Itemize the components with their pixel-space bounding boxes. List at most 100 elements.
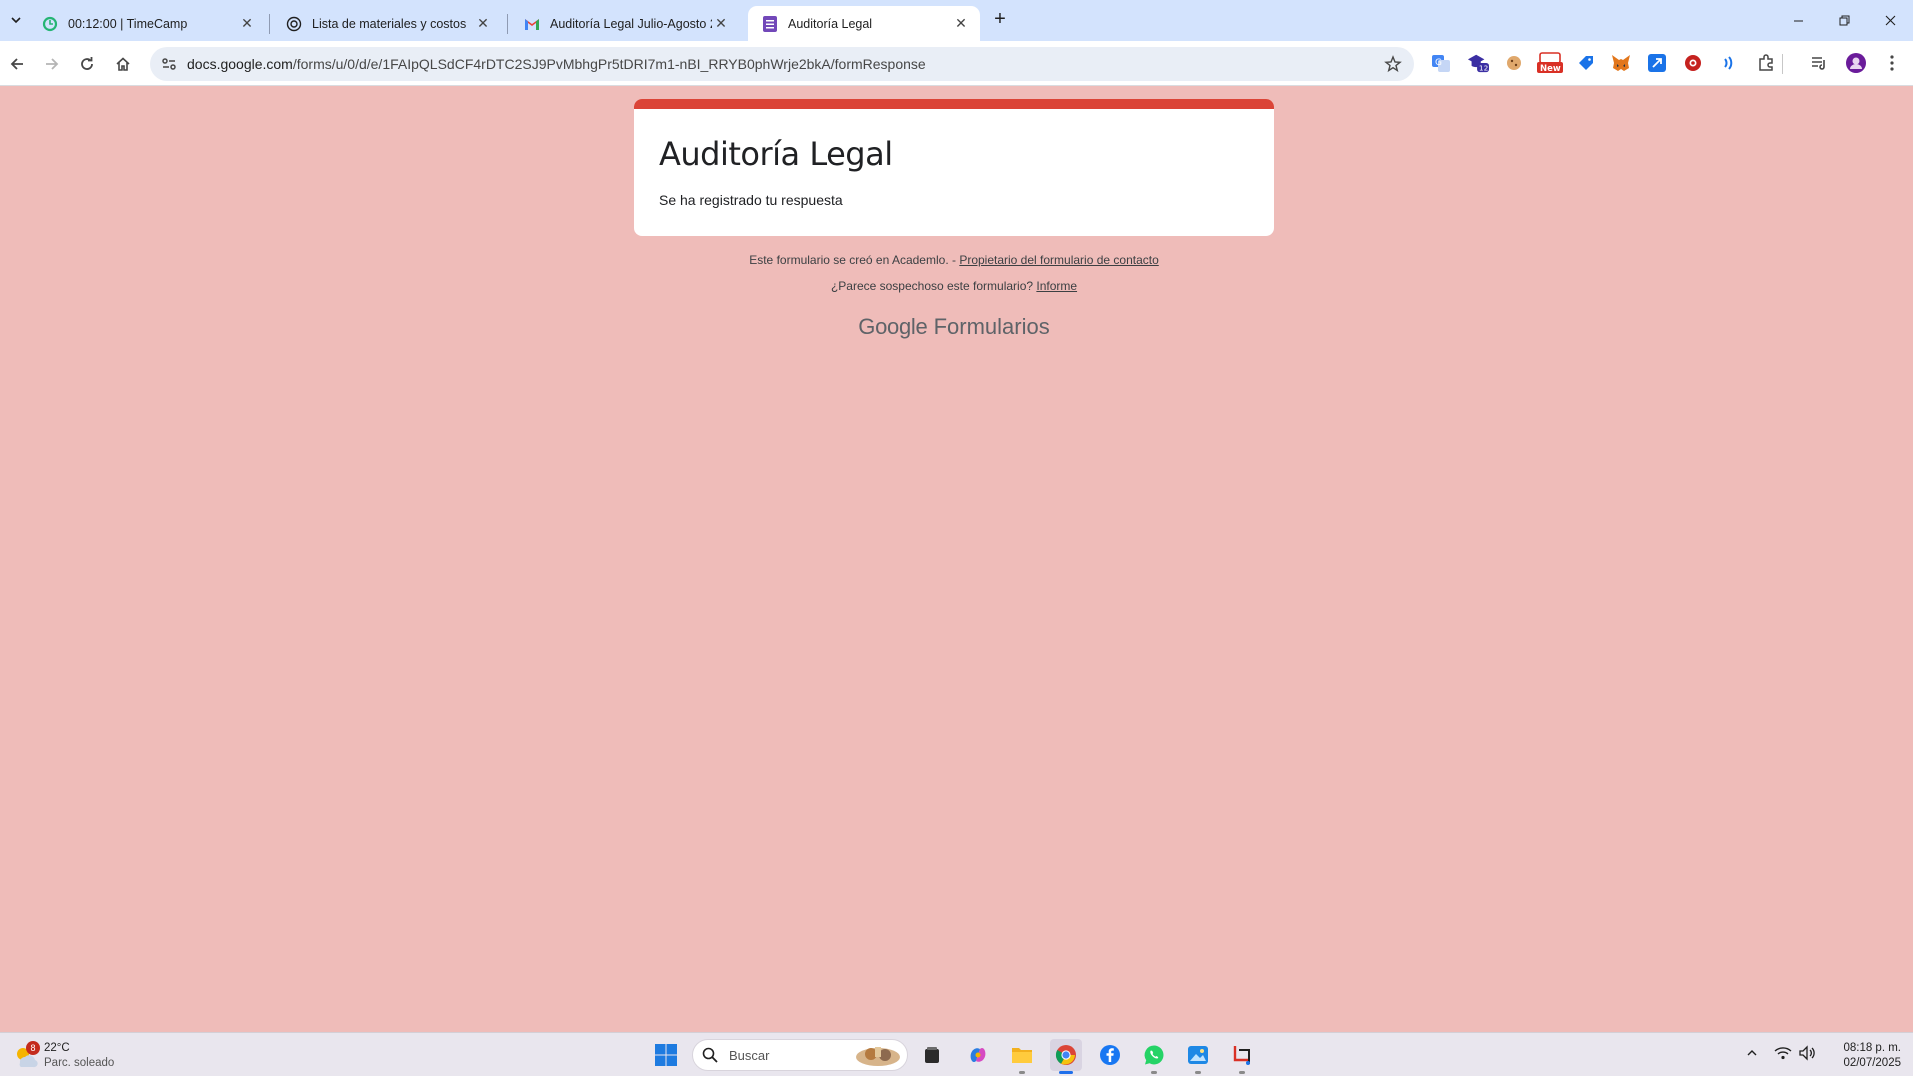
forward-button[interactable] — [37, 49, 67, 79]
tab-search-button[interactable] — [4, 8, 28, 32]
windows-taskbar: 8 22°C Parc. soleado Buscar 08:18 p. m. … — [0, 1032, 1913, 1076]
record-extension-icon[interactable] — [1682, 52, 1704, 74]
metamask-icon[interactable] — [1610, 52, 1632, 74]
new-extension-icon[interactable]: New — [1537, 52, 1563, 74]
minimize-icon — [1793, 20, 1803, 21]
tab-separator — [269, 14, 270, 34]
close-icon[interactable]: ✕ — [474, 15, 492, 33]
facebook-button[interactable] — [1094, 1039, 1126, 1071]
photos-icon — [1188, 1046, 1208, 1064]
whatsapp-button[interactable] — [1138, 1039, 1170, 1071]
clock-time: 08:18 p. m. — [1843, 1042, 1901, 1054]
restore-icon — [1839, 15, 1849, 25]
tab-title: 00:12:00 | TimeCamp — [68, 16, 188, 31]
tab-auditoria-legal[interactable]: Auditoría Legal ✕ — [748, 6, 980, 41]
start-button[interactable] — [650, 1039, 682, 1071]
close-icon[interactable]: ✕ — [238, 15, 256, 33]
url-text[interactable]: docs.google.com/forms/u/0/d/e/1FAIpQLSdC… — [187, 56, 926, 72]
temperature-text: 22°C — [44, 1042, 70, 1054]
volume-icon[interactable] — [1797, 1043, 1817, 1063]
url-path: /forms/u/0/d/e/1FAIpQLSdCF4rDTC2SJ9PvMbh… — [292, 56, 926, 72]
close-icon[interactable]: ✕ — [952, 15, 970, 33]
academic-extension-icon[interactable]: 12 — [1467, 52, 1489, 74]
whatsapp-icon — [1144, 1045, 1164, 1065]
read-aloud-extension-icon[interactable] — [1718, 52, 1740, 74]
tab-title: Auditoría Legal — [788, 16, 873, 31]
photos-button[interactable] — [1182, 1039, 1214, 1071]
media-control-icon[interactable] — [1808, 52, 1830, 74]
back-button[interactable] — [2, 49, 32, 79]
toolbar-separator — [1782, 54, 1783, 74]
report-link[interactable]: Informe — [1036, 279, 1077, 293]
restore-button[interactable] — [1821, 0, 1867, 40]
windows-logo-icon — [655, 1044, 677, 1066]
tag-extension-icon[interactable] — [1575, 52, 1597, 74]
weather-condition-text: Parc. soleado — [44, 1057, 115, 1069]
form-accent-bar — [634, 99, 1274, 109]
extensions-puzzle-icon[interactable] — [1755, 52, 1777, 74]
weather-widget[interactable]: 8 22°C Parc. soleado — [12, 1041, 114, 1071]
site-settings-icon[interactable] — [160, 55, 178, 73]
google-forms-icon — [762, 15, 778, 32]
chevron-down-icon — [11, 17, 21, 24]
folder-icon — [1012, 1048, 1032, 1063]
google-forms-logo[interactable]: Google Formularios — [634, 314, 1274, 340]
gmail-icon — [524, 16, 540, 32]
url-host: docs.google.com — [187, 56, 293, 72]
svg-text:G: G — [1435, 58, 1442, 68]
google-wordmark: Google — [858, 314, 928, 339]
address-bar[interactable]: docs.google.com/forms/u/0/d/e/1FAIpQLSdC… — [150, 47, 1414, 81]
tab-lista-materiales[interactable]: Lista de materiales y costos ✕ — [272, 6, 502, 41]
show-hidden-icons-button[interactable] — [1743, 1043, 1761, 1063]
search-icon — [702, 1047, 718, 1063]
shortcut-extension-icon[interactable] — [1646, 52, 1668, 74]
report-line: ¿Parece sospechoso este formulario? Info… — [634, 279, 1274, 293]
form-response-card: Auditoría Legal Se ha registrado tu resp… — [634, 99, 1274, 236]
running-indicator — [1195, 1071, 1201, 1074]
close-icon — [1885, 15, 1895, 25]
form-origin-line: Este formulario se creó en Academlo. - P… — [634, 253, 1274, 267]
new-tab-button[interactable]: + — [989, 9, 1011, 31]
cookie-extension-icon[interactable] — [1503, 52, 1525, 74]
reload-icon — [81, 57, 93, 70]
form-title: Auditoría Legal — [659, 135, 893, 173]
close-icon[interactable]: ✕ — [712, 15, 730, 33]
chevron-up-icon — [1747, 1050, 1757, 1056]
task-view-button[interactable] — [916, 1039, 948, 1071]
clock-date: 02/07/2025 — [1843, 1057, 1901, 1069]
search-highlight-image — [856, 1047, 900, 1066]
suspicious-text: ¿Parece sospechoso este formulario? — [830, 279, 1037, 293]
new-badge-text: New — [1540, 64, 1561, 74]
weather-alert-badge: 8 — [26, 1041, 40, 1055]
translate-extension-icon[interactable]: G — [1430, 52, 1452, 74]
more-menu-icon[interactable] — [1881, 52, 1903, 74]
arrow-right-icon — [46, 58, 59, 70]
file-explorer-button[interactable] — [1006, 1039, 1038, 1071]
search-placeholder: Buscar — [729, 1048, 770, 1063]
confirmation-message: Se ha registrado tu respuesta — [659, 192, 843, 208]
home-button[interactable] — [108, 49, 138, 79]
minimize-button[interactable] — [1775, 0, 1821, 40]
copilot-button[interactable] — [962, 1039, 994, 1071]
partly-sunny-icon: 8 — [12, 1041, 40, 1069]
tab-timecamp[interactable]: 00:12:00 | TimeCamp ✕ — [28, 6, 266, 41]
snipping-tool-icon — [1233, 1046, 1250, 1065]
contact-owner-link[interactable]: Propietario del formulario de contacto — [959, 253, 1158, 267]
tab-separator — [507, 14, 508, 34]
chrome-button[interactable] — [1050, 1039, 1082, 1071]
timecamp-icon — [42, 16, 58, 32]
wifi-icon[interactable] — [1773, 1043, 1793, 1063]
running-indicator — [1019, 1071, 1025, 1074]
taskbar-search[interactable]: Buscar — [692, 1039, 908, 1071]
bookmark-star-icon[interactable] — [1384, 55, 1402, 73]
profile-avatar[interactable] — [1845, 52, 1867, 74]
reload-button[interactable] — [72, 49, 102, 79]
tab-strip: 00:12:00 | TimeCamp ✕ Lista de materiale… — [0, 0, 1913, 41]
extension-badge-count: 12 — [1479, 63, 1488, 72]
tab-title: Lista de materiales y costos — [312, 16, 467, 31]
snipping-tool-button[interactable] — [1226, 1039, 1258, 1071]
close-window-button[interactable] — [1867, 0, 1913, 40]
tab-gmail-auditoria[interactable]: Auditoría Legal Julio-Agosto 20 ✕ — [510, 6, 740, 41]
system-clock[interactable]: 08:18 p. m. 02/07/2025 — [1825, 1041, 1901, 1071]
facebook-icon — [1100, 1045, 1120, 1065]
